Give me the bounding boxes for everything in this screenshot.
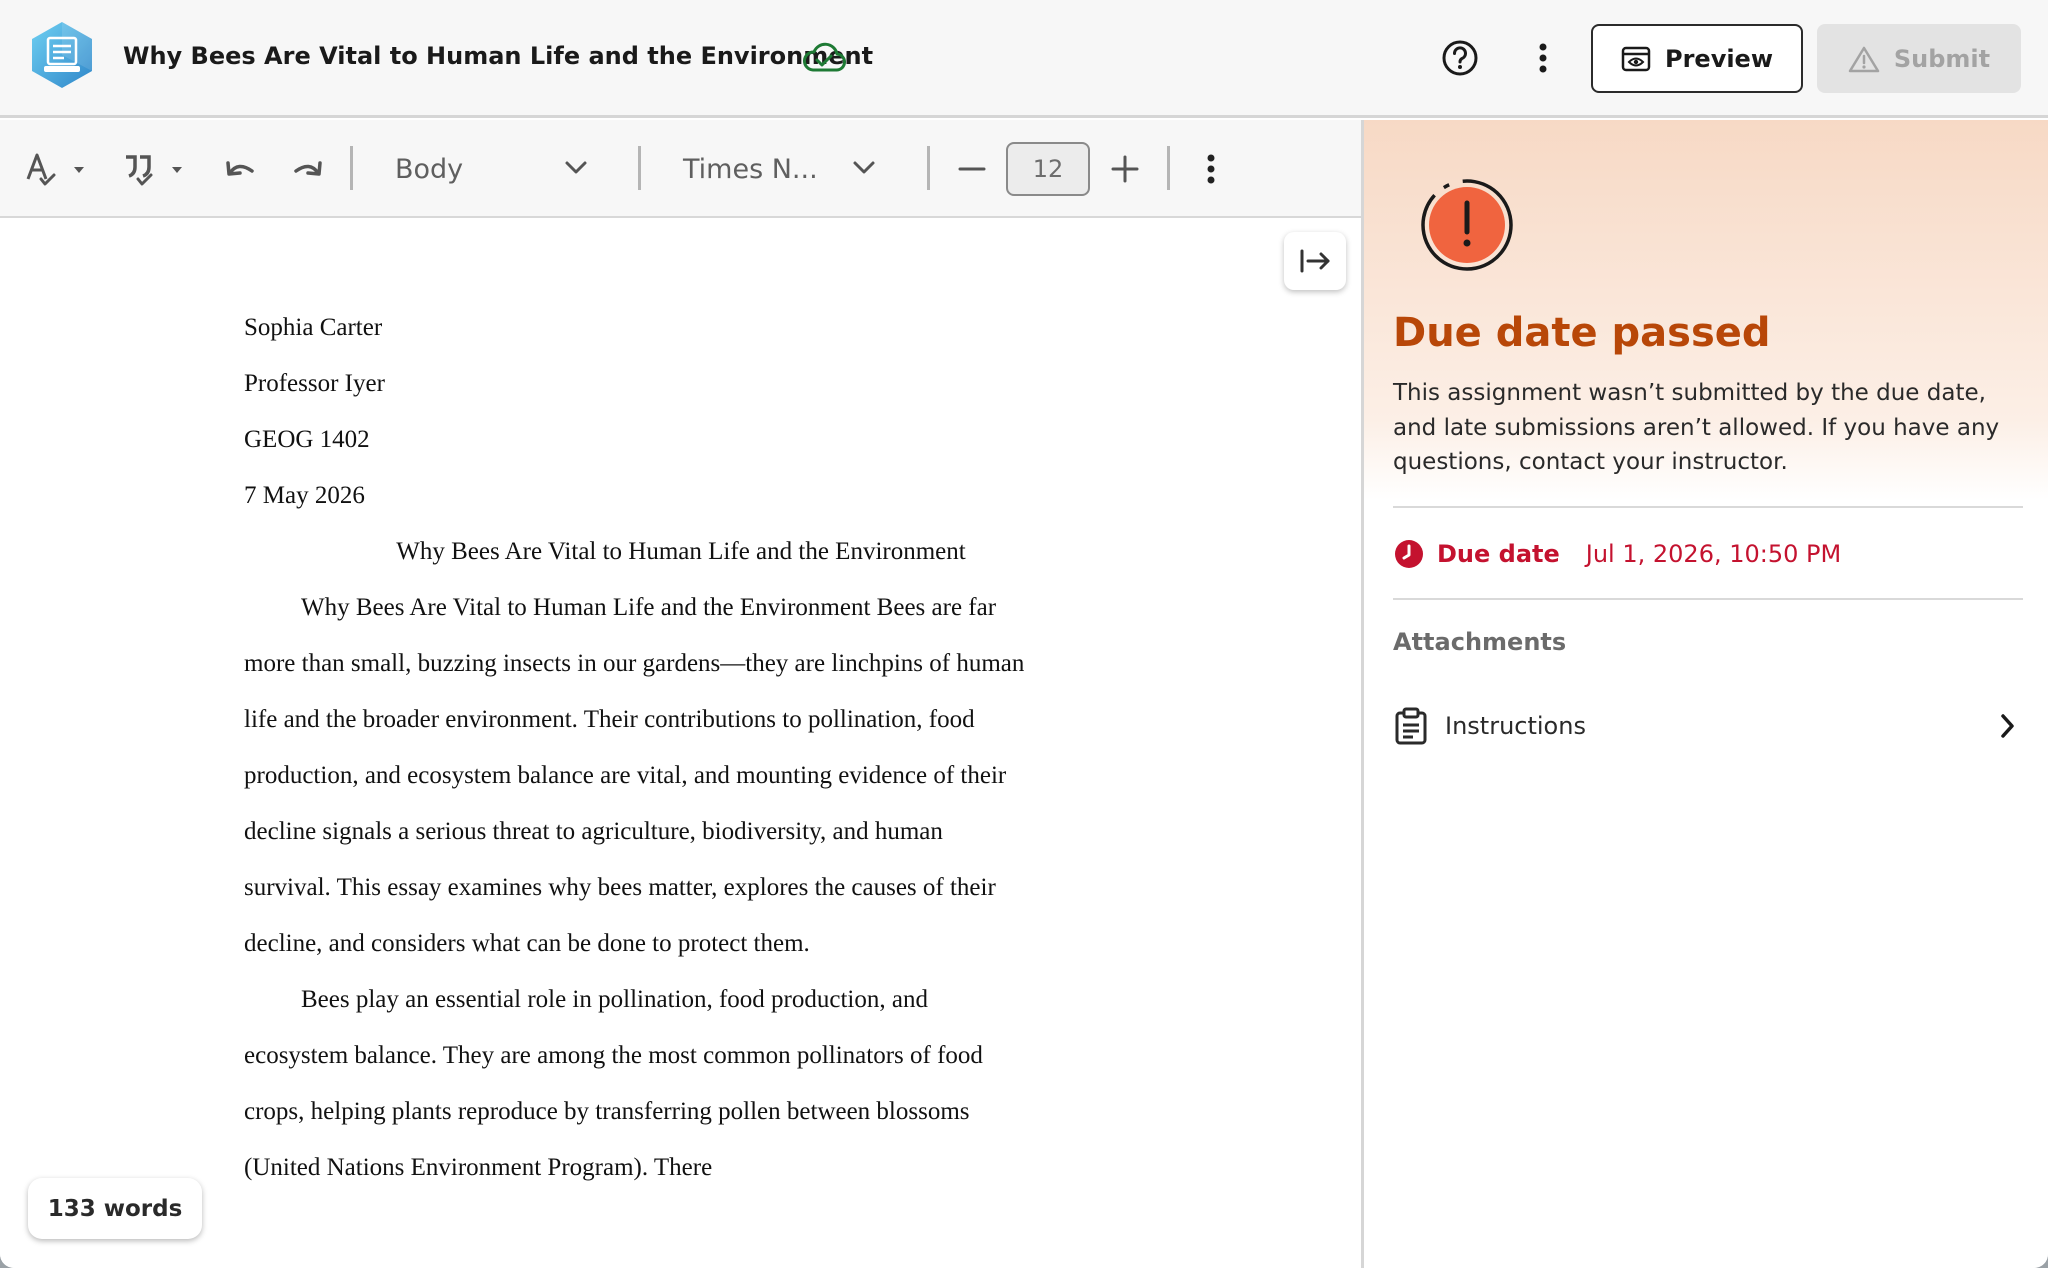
paragraph-2: Bees play an essential role in pollinati… bbox=[244, 972, 1104, 1196]
more-vertical-icon bbox=[1207, 154, 1215, 184]
increase-font-size-button[interactable] bbox=[1109, 120, 1141, 218]
citation-dropdown[interactable] bbox=[122, 120, 190, 218]
paragraph-line: crops, helping plants reproduce by trans… bbox=[244, 1098, 970, 1125]
more-vertical-icon[interactable] bbox=[1528, 38, 1558, 78]
attachment-label: Instructions bbox=[1445, 712, 1586, 740]
collapse-panel-button[interactable] bbox=[1284, 232, 1346, 290]
submit-button[interactable]: Submit bbox=[1817, 24, 2021, 93]
attachment-instructions[interactable]: Instructions bbox=[1393, 696, 2023, 756]
author-name: Sophia Carter bbox=[244, 314, 383, 341]
redo-icon bbox=[294, 161, 322, 176]
paragraph-style-select[interactable]: Body bbox=[395, 120, 595, 218]
alert-icon bbox=[1421, 179, 1513, 271]
font-family-select[interactable]: Times N... bbox=[683, 120, 883, 218]
essay-title: Why Bees Are Vital to Human Life and the… bbox=[396, 538, 966, 565]
paragraph-line: production, and ecosystem balance are vi… bbox=[244, 762, 1007, 789]
paragraph-line: life and the broader environment. Their … bbox=[244, 706, 975, 733]
toolbar-more-button[interactable] bbox=[1196, 120, 1226, 218]
toolbar-divider bbox=[638, 146, 641, 190]
paragraph-line: Bees play an essential role in pollinati… bbox=[301, 986, 928, 1013]
paragraph-line: decline signals a serious threat to agri… bbox=[244, 818, 943, 845]
submit-button-label: Submit bbox=[1893, 44, 1991, 73]
panel-divider bbox=[1393, 598, 2023, 600]
help-icon[interactable] bbox=[1440, 38, 1480, 78]
quote-check-icon bbox=[126, 155, 182, 186]
paragraph-line: survival. This essay examines why bees m… bbox=[244, 874, 996, 901]
editor-toolbar: Body Times N... 12 bbox=[0, 120, 1361, 218]
font-family-value: Times N... bbox=[683, 153, 818, 185]
spellcheck-dropdown[interactable] bbox=[24, 120, 90, 218]
chevron-down-icon bbox=[853, 161, 875, 174]
preview-button-label: Preview bbox=[1664, 44, 1774, 73]
professor-name: Professor Iyer bbox=[244, 370, 385, 397]
clock-icon bbox=[1395, 540, 1423, 568]
panel-divider bbox=[1393, 506, 2023, 508]
redo-button[interactable] bbox=[288, 120, 328, 218]
panel-message: This assignment wasn’t submitted by the … bbox=[1393, 380, 2000, 475]
paragraph-line: more than small, buzzing insects in our … bbox=[244, 650, 1025, 677]
document-body[interactable]: Sophia Carter Professor Iyer GEOG 1402 7… bbox=[244, 300, 1104, 1196]
eye-icon bbox=[1621, 46, 1651, 71]
undo-icon bbox=[226, 161, 254, 176]
undo-button[interactable] bbox=[220, 120, 260, 218]
toolbar-divider bbox=[927, 146, 930, 190]
chevron-right-icon bbox=[2001, 714, 2014, 738]
cloud-check-icon bbox=[803, 42, 846, 72]
paragraph-line: ecosystem balance. They are among the mo… bbox=[244, 1042, 983, 1069]
paragraph-line: Why Bees Are Vital to Human Life and the… bbox=[301, 594, 997, 621]
word-count-badge[interactable]: 133 words bbox=[28, 1178, 202, 1239]
preview-button[interactable]: Preview bbox=[1591, 24, 1803, 93]
paragraph-style-value: Body bbox=[395, 153, 464, 185]
warning-icon bbox=[1848, 46, 1880, 72]
top-bar: Why Bees Are Vital to Human Life and the… bbox=[0, 0, 2048, 118]
course-code: GEOG 1402 bbox=[244, 426, 370, 453]
paragraph-line: (United Nations Environment Program). Th… bbox=[244, 1154, 713, 1181]
document-canvas[interactable]: Sophia Carter Professor Iyer GEOG 1402 7… bbox=[0, 218, 1361, 1268]
panel-title: Due date passed bbox=[1393, 310, 1771, 356]
essay-date: 7 May 2026 bbox=[244, 482, 365, 509]
decrease-font-size-button[interactable] bbox=[956, 120, 988, 218]
due-date-value: Jul 1, 2026, 10:50 PM bbox=[1585, 540, 1842, 568]
toolbar-divider bbox=[350, 146, 353, 190]
submission-status-panel: Due date passed This assignment wasn’t s… bbox=[1361, 120, 2048, 1268]
due-date-row: Due date Jul 1, 2026, 10:50 PM bbox=[1393, 534, 1841, 574]
chevron-down-icon bbox=[565, 161, 587, 174]
paragraph-1: Why Bees Are Vital to Human Life and the… bbox=[244, 580, 1104, 972]
attachments-heading: Attachments bbox=[1393, 628, 1567, 656]
document-title: Why Bees Are Vital to Human Life and the… bbox=[123, 42, 874, 70]
due-date-label: Due date bbox=[1437, 540, 1560, 568]
font-size-input[interactable]: 12 bbox=[1006, 142, 1090, 196]
app-logo-icon bbox=[32, 22, 92, 88]
paragraph-line: decline, and considers what can be done … bbox=[244, 930, 810, 957]
plus-icon bbox=[1111, 155, 1139, 183]
minus-icon bbox=[958, 167, 986, 171]
collapse-panel-icon bbox=[1300, 249, 1330, 273]
toolbar-divider bbox=[1167, 146, 1170, 190]
text-check-icon bbox=[26, 153, 84, 186]
clipboard-icon bbox=[1395, 707, 1427, 745]
app-window: Why Bees Are Vital to Human Life and the… bbox=[0, 0, 2048, 1268]
